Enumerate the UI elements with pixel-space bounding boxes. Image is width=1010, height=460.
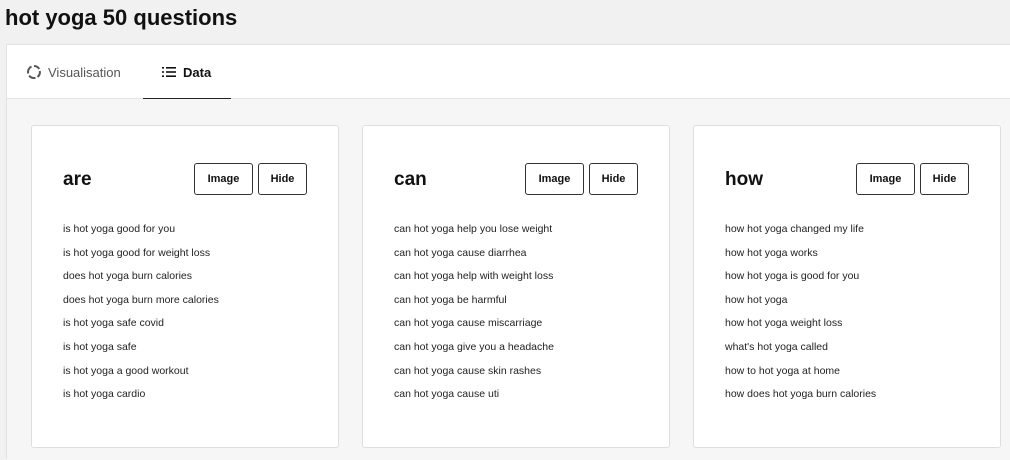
card-are: are Image Hide is hot yoga good for you …: [31, 125, 339, 448]
question-list: can hot yoga help you lose weight can ho…: [394, 218, 554, 407]
hide-button[interactable]: Hide: [589, 163, 638, 195]
list-item: how hot yoga works: [725, 246, 818, 259]
list-item: can hot yoga cause miscarriage: [394, 317, 543, 330]
tab-bar: Visualisation Data: [7, 45, 1010, 100]
loading-circle-icon: [26, 64, 42, 80]
tab-data-label: Data: [183, 64, 212, 80]
page-title: hot yoga 50 questions: [5, 5, 237, 31]
page-header: hot yoga 50 questions: [0, 0, 1010, 44]
card-title: can: [394, 169, 427, 190]
page-title-keyword: hot yoga: [5, 5, 97, 30]
list-item: is hot yoga good for you: [63, 223, 176, 235]
question-list: how hot yoga changed my life how hot yog…: [725, 218, 876, 407]
list-item: can hot yoga give you a headache: [394, 340, 554, 353]
list-item: how hot yoga changed my life: [725, 223, 864, 235]
image-button[interactable]: Image: [525, 163, 584, 195]
image-button[interactable]: Image: [856, 163, 915, 195]
tab-visualisation-label: Visualisation: [48, 64, 121, 80]
list-item: can hot yoga help you lose weight: [394, 223, 553, 235]
list-item: how to hot yoga at home: [725, 364, 840, 377]
card-title: are: [63, 169, 92, 190]
card-can: can Image Hide can hot yoga help you los…: [362, 125, 670, 448]
list-item: does hot yoga burn calories: [63, 270, 192, 283]
image-button[interactable]: Image: [194, 163, 253, 195]
list-item: how hot yoga weight loss: [725, 317, 843, 330]
question-cards: are Image Hide is hot yoga good for you …: [7, 99, 1010, 460]
hide-button[interactable]: Hide: [258, 163, 307, 195]
list-item: is hot yoga good for weight loss: [63, 246, 211, 259]
tab-visualisation[interactable]: Visualisation: [26, 45, 121, 99]
list-item: is hot yoga cardio: [63, 388, 146, 401]
card-title: how: [725, 169, 763, 190]
list-item: how does hot yoga burn calories: [725, 388, 877, 401]
page-title-count: 50 questions: [102, 5, 238, 30]
list-item: can hot yoga cause skin rashes: [394, 364, 542, 377]
list-item: is hot yoga safe: [63, 340, 137, 353]
list-item: can hot yoga cause uti: [394, 388, 500, 401]
list-item: can hot yoga cause diarrhea: [394, 246, 527, 259]
list-item: can hot yoga help with weight loss: [394, 270, 554, 283]
hide-button[interactable]: Hide: [920, 163, 969, 195]
list-item: does hot yoga burn more calories: [63, 293, 219, 306]
list-item: is hot yoga safe covid: [63, 317, 164, 330]
list-item: is hot yoga a good workout: [63, 364, 189, 377]
results-panel: Visualisation Data are Image Hide is hot…: [6, 44, 1010, 460]
list-item: how hot yoga: [725, 293, 788, 306]
list-item: can hot yoga be harmful: [394, 293, 507, 306]
card-how: how Image Hide how hot yoga changed my l…: [693, 125, 1001, 448]
list-icon: [161, 64, 177, 80]
list-item: what's hot yoga called: [725, 340, 828, 353]
question-list: is hot yoga good for you is hot yoga goo…: [63, 218, 219, 407]
list-item: how hot yoga is good for you: [725, 270, 860, 283]
tab-data[interactable]: Data: [143, 45, 231, 100]
